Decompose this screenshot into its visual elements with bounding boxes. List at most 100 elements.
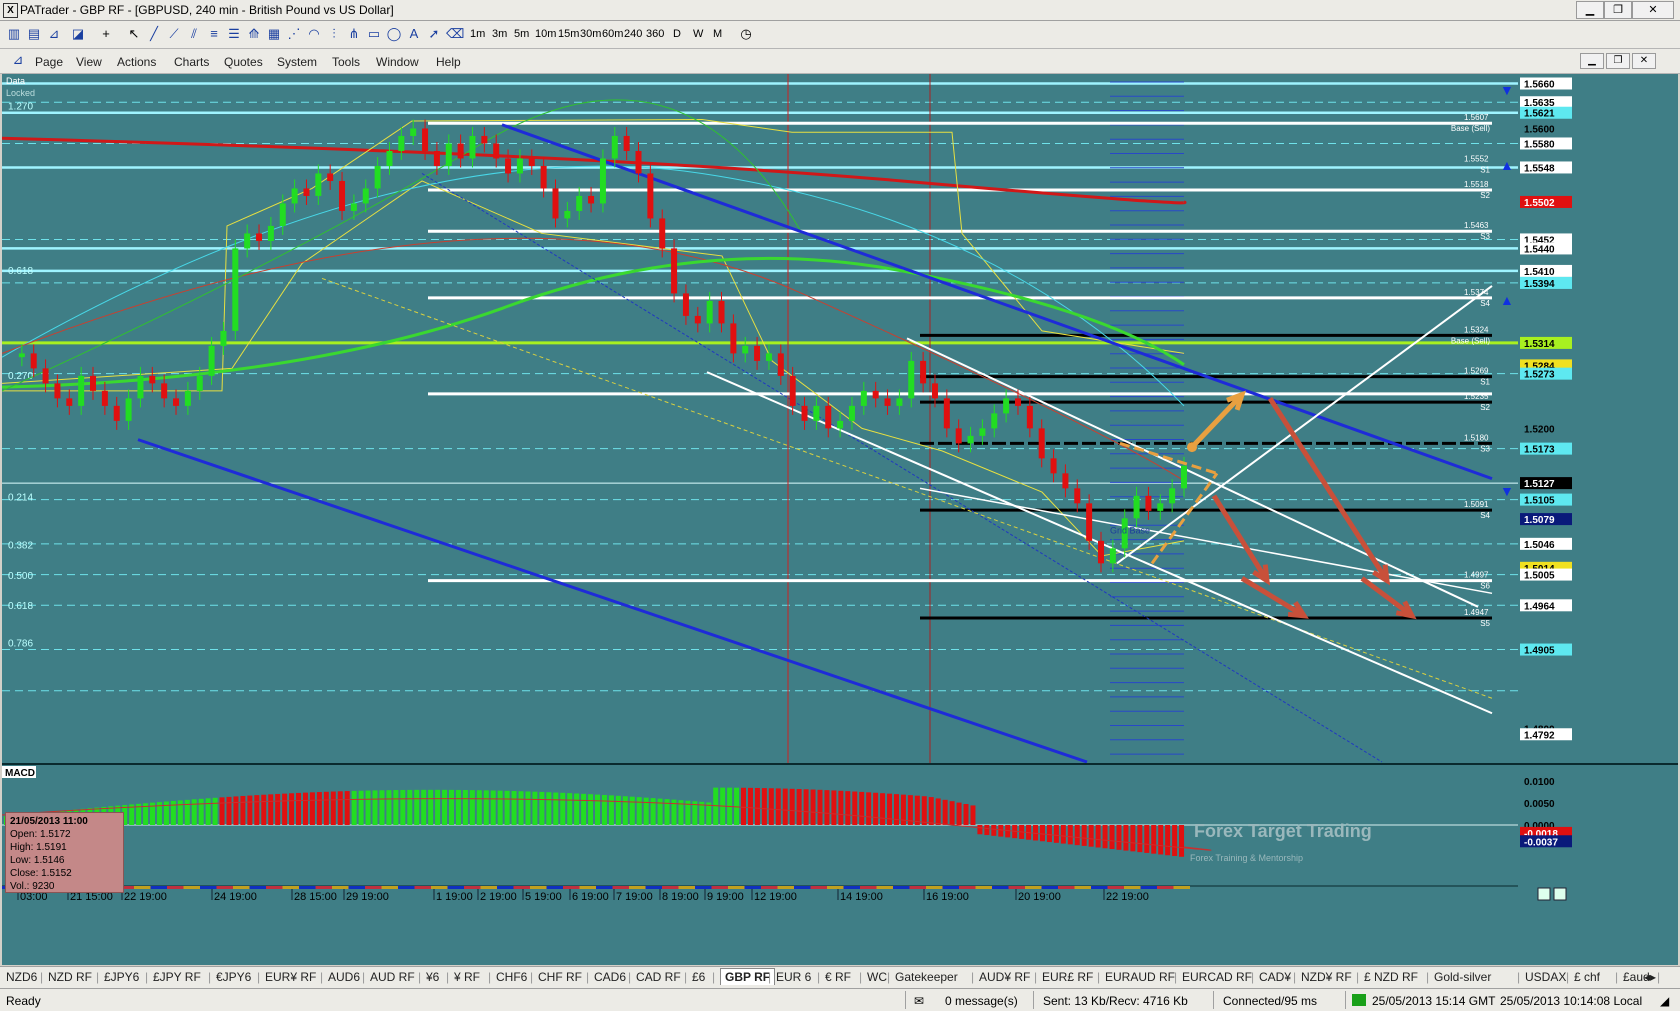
crosshair-icon[interactable]: + xyxy=(98,26,114,42)
tab-17[interactable]: € RF xyxy=(825,970,851,984)
gann-icon[interactable]: ▦ xyxy=(266,26,282,42)
tab-10[interactable]: CHF6 xyxy=(496,970,527,984)
cycle-icon[interactable]: ⫶ xyxy=(326,26,342,42)
arc-icon[interactable]: ◠ xyxy=(306,26,322,42)
tab-9[interactable]: ¥ RF xyxy=(454,970,480,984)
session-bar-35 xyxy=(579,886,596,889)
clock-icon[interactable]: ◷ xyxy=(738,26,754,42)
tab-scroll-arrows-icon[interactable]: ◂▸ xyxy=(1644,970,1656,984)
fib-retracement-icon[interactable]: ≡ xyxy=(206,26,222,42)
tab-20[interactable]: AUD¥ RF xyxy=(979,970,1030,984)
pointer-icon[interactable]: ↖ xyxy=(126,26,142,42)
candle-chart-icon[interactable]: ▤ xyxy=(26,26,42,42)
tab-28[interactable]: USDAX xyxy=(1525,970,1566,984)
level-value-10: 1.4997 xyxy=(1464,571,1489,580)
tf-monthly[interactable]: M xyxy=(713,28,722,40)
tab-1[interactable]: NZD RF xyxy=(48,970,92,984)
minimize-button[interactable]: ▁ xyxy=(1576,1,1604,19)
candle-body-85 xyxy=(1014,398,1021,406)
chart-canvas[interactable]: 1.270 0.618 0.270 0.214 0.382 0.500 0.618 0.786… xyxy=(2,74,1678,965)
tf-60m[interactable]: 60m xyxy=(602,28,623,40)
tab-4[interactable]: €JPY6 xyxy=(216,970,251,984)
tab-12[interactable]: CAD6 xyxy=(594,970,626,984)
restore-button[interactable]: ❐ xyxy=(1604,1,1632,19)
chart-tool-icon[interactable]: ◪ xyxy=(70,26,86,42)
status-messages[interactable]: 0 message(s) xyxy=(945,994,1018,1008)
locked-label: Locked xyxy=(6,88,35,98)
ohlc-tooltip: 21/05/2013 11:00 Open: 1.5172 High: 1.51… xyxy=(5,812,124,893)
tf-1m[interactable]: 1m xyxy=(470,28,485,40)
menu-bar: ⊿ Page View Actions Charts Quotes System… xyxy=(0,49,1680,74)
tab-8[interactable]: ¥6 xyxy=(426,970,439,984)
price-tag-4: 1.5580 xyxy=(1524,139,1555,150)
mdi-restore-button[interactable]: ❐ xyxy=(1606,53,1630,69)
tab-26[interactable]: £ NZD RF xyxy=(1364,970,1418,984)
tf-weekly[interactable]: W xyxy=(693,28,703,40)
arrow-tool-icon[interactable]: ➚ xyxy=(426,26,442,42)
menu-window[interactable]: Window xyxy=(376,55,419,69)
tab-15[interactable]: GBP RF xyxy=(720,968,776,985)
tab-19[interactable]: Gatekeeper xyxy=(895,970,958,984)
candle-body-69 xyxy=(825,405,832,429)
rectangle-icon[interactable]: ▭ xyxy=(366,26,382,42)
candle-body-34 xyxy=(410,128,417,136)
time-label-13: 12 19:00 xyxy=(754,891,797,903)
menu-view[interactable]: View xyxy=(76,55,102,69)
fib-fan-icon[interactable]: ⟰ xyxy=(246,26,262,42)
macd-bar-93 xyxy=(650,798,656,825)
line-chart-icon[interactable]: ⊿ xyxy=(46,26,62,42)
tab-16[interactable]: EUR 6 xyxy=(776,970,811,984)
tf-240[interactable]: 240 xyxy=(624,28,642,40)
price-tag-17: 1.5105 xyxy=(1524,496,1555,507)
tab-5[interactable]: EUR¥ RF xyxy=(265,970,316,984)
menu-charts[interactable]: Charts xyxy=(174,55,209,69)
tf-5m[interactable]: 5m xyxy=(514,28,529,40)
tf-daily[interactable]: D xyxy=(673,28,681,40)
tab-2[interactable]: £JPY6 xyxy=(104,970,139,984)
tab-11[interactable]: CHF RF xyxy=(538,970,582,984)
tf-360[interactable]: 360 xyxy=(646,28,664,40)
speed-lines-icon[interactable]: ⋰ xyxy=(286,26,302,42)
menu-page[interactable]: Page xyxy=(35,55,63,69)
tab-18[interactable]: WC xyxy=(867,970,887,984)
ellipse-icon[interactable]: ◯ xyxy=(386,26,402,42)
session-bar-49 xyxy=(810,886,827,889)
menu-actions[interactable]: Actions xyxy=(117,55,156,69)
macd-bar-164 xyxy=(1144,825,1150,853)
tab-24[interactable]: CAD¥ xyxy=(1259,970,1291,984)
level-tag-1: S1 xyxy=(1480,165,1490,174)
tab-27[interactable]: Gold-silver xyxy=(1434,970,1491,984)
fib-extension-icon[interactable]: ☰ xyxy=(226,26,242,42)
tf-3m[interactable]: 3m xyxy=(492,28,507,40)
price-chart[interactable]: 1.270 0.618 0.270 0.214 0.382 0.500 0.618 0.786… xyxy=(2,74,1678,965)
tab-23[interactable]: EURCAD RF xyxy=(1182,970,1252,984)
tab-22[interactable]: EURAUD RF xyxy=(1105,970,1175,984)
delete-tool-icon[interactable]: ⌫ xyxy=(446,26,464,42)
tab-3[interactable]: £JPY RF xyxy=(153,970,201,984)
bar-chart-icon[interactable]: ▥ xyxy=(6,26,22,42)
tab-29[interactable]: £ chf xyxy=(1574,970,1600,984)
message-icon[interactable]: ✉ xyxy=(914,994,924,1008)
tab-21[interactable]: EUR£ RF xyxy=(1042,970,1093,984)
channel-icon[interactable]: ⫽ xyxy=(186,26,202,42)
pitchfork-icon[interactable]: ⋔ xyxy=(346,26,362,42)
tab-6[interactable]: AUD6 xyxy=(328,970,360,984)
close-button[interactable]: ✕ xyxy=(1632,1,1674,19)
tab-0[interactable]: NZD6 xyxy=(6,970,37,984)
tf-10m[interactable]: 10m xyxy=(535,28,556,40)
draw-line-icon[interactable]: ╱ xyxy=(146,26,162,42)
mdi-minimize-button[interactable]: ▁ xyxy=(1580,53,1604,69)
menu-tools[interactable]: Tools xyxy=(332,55,360,69)
menu-quotes[interactable]: Quotes xyxy=(224,55,263,69)
draw-ray-icon[interactable]: ⟋ xyxy=(166,26,182,42)
tab-7[interactable]: AUD RF xyxy=(370,970,415,984)
tab-25[interactable]: NZD¥ RF xyxy=(1301,970,1352,984)
tf-15m[interactable]: 15m xyxy=(558,28,579,40)
menu-help[interactable]: Help xyxy=(436,55,461,69)
tab-14[interactable]: £6 xyxy=(692,970,705,984)
tf-30m[interactable]: 30m xyxy=(580,28,601,40)
menu-system[interactable]: System xyxy=(277,55,317,69)
mdi-close-button[interactable]: ✕ xyxy=(1632,53,1656,69)
tab-13[interactable]: CAD RF xyxy=(636,970,681,984)
text-tool-icon[interactable]: A xyxy=(406,26,422,42)
